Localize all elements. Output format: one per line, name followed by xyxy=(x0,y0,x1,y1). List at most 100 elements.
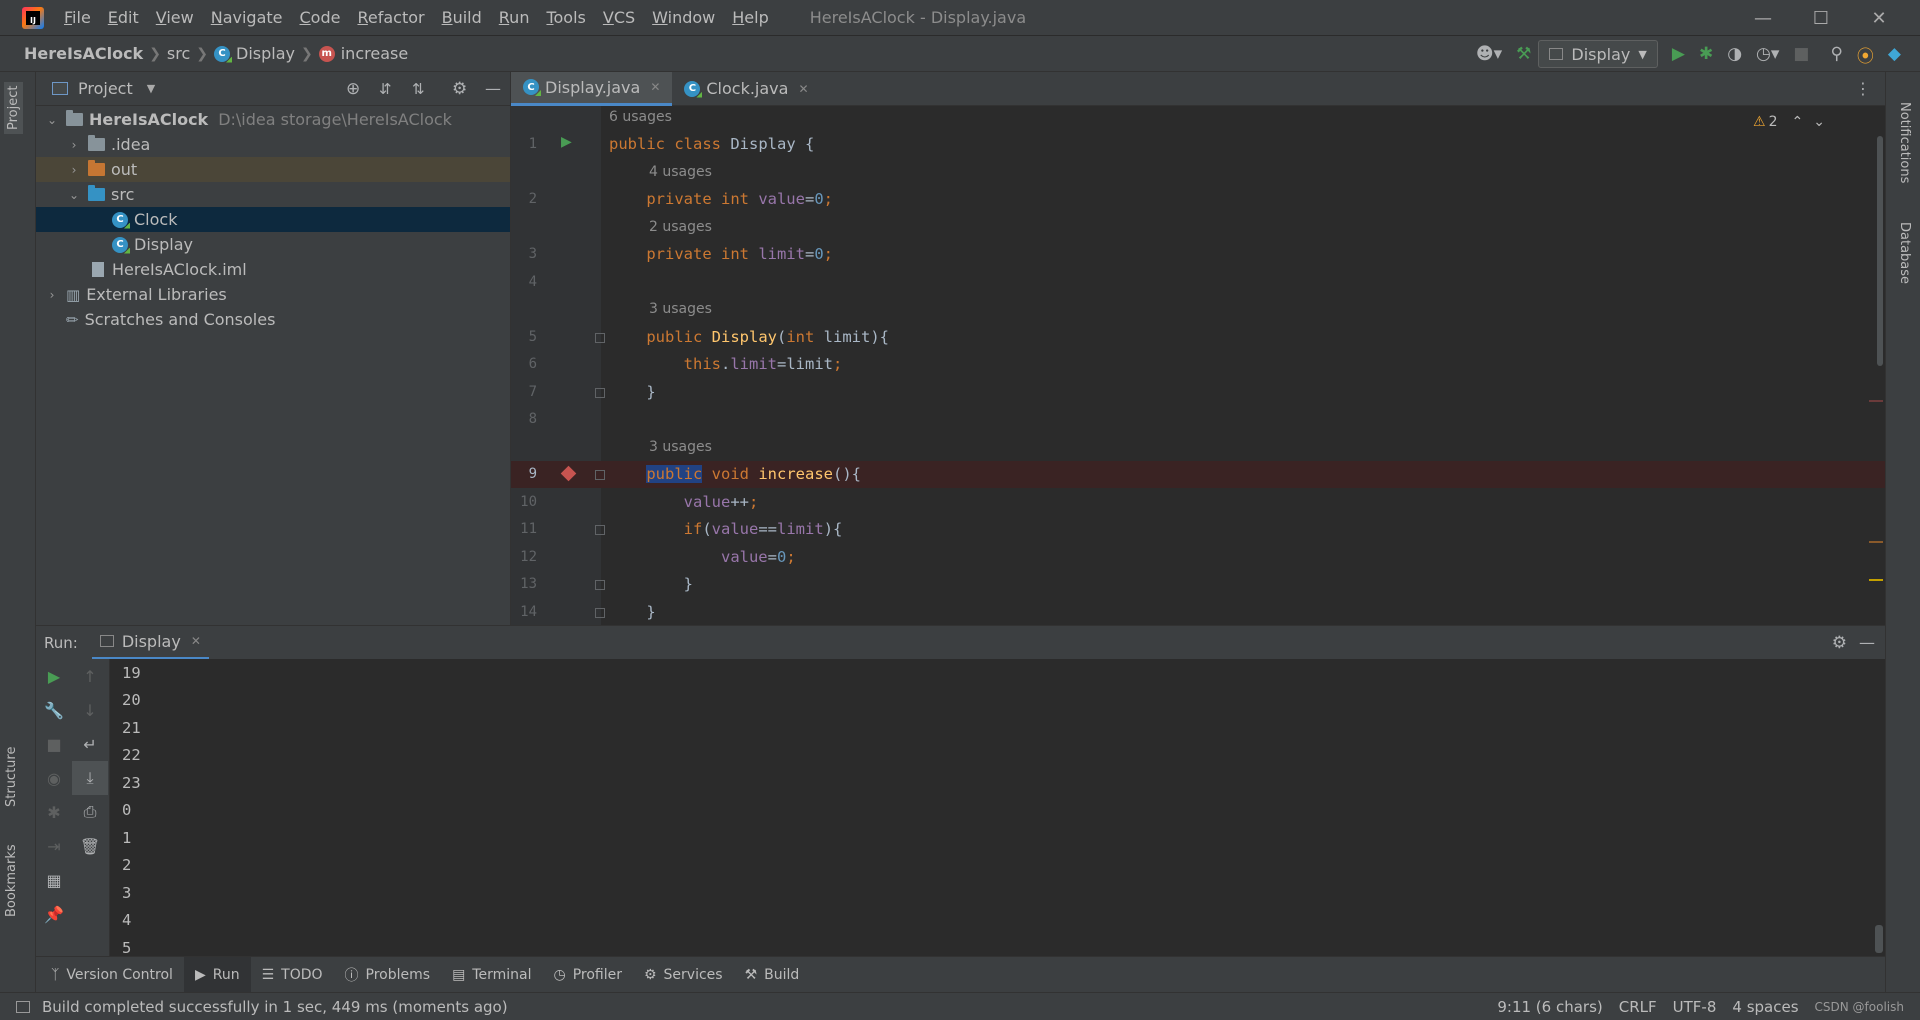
line-separator[interactable]: CRLF xyxy=(1619,998,1657,1016)
menu-help[interactable]: Help xyxy=(732,8,768,27)
print-icon[interactable]: ⎙ xyxy=(72,795,108,829)
collapse-all-icon[interactable]: ⇅ xyxy=(412,80,425,98)
menu-build[interactable]: Build xyxy=(442,8,482,27)
breadcrumb-folder[interactable]: src xyxy=(167,44,190,63)
run-icon[interactable]: ▶ xyxy=(1672,44,1685,64)
status-message[interactable]: Build completed successfully in 1 sec, 4… xyxy=(42,998,508,1016)
menu-file[interactable]: File xyxy=(64,8,91,27)
maximize-icon[interactable]: ☐ xyxy=(1792,0,1850,36)
intellij-logo-icon[interactable]: IJ xyxy=(22,6,44,29)
build-hammer-icon[interactable]: ⚒ xyxy=(1516,44,1531,64)
stop-icon[interactable]: ■ xyxy=(36,727,72,761)
project-view-title[interactable]: Project xyxy=(78,79,133,98)
coverage-icon[interactable]: ◑ xyxy=(1727,44,1742,64)
tab-display-java[interactable]: C Display.java ✕ xyxy=(511,71,673,106)
menu-tools[interactable]: Tools xyxy=(546,8,585,27)
console-output[interactable]: 19 20 21 22 23 0 1 2 3 4 5 xyxy=(110,659,1885,957)
tool-window-toggle-icon[interactable] xyxy=(16,1000,30,1013)
close-window-icon[interactable]: ✕ xyxy=(1850,0,1908,36)
tree-item-external-libraries[interactable]: › ▥ External Libraries xyxy=(36,282,510,307)
structure-tool-tab[interactable]: Structure xyxy=(4,747,19,807)
scroll-to-end-icon[interactable]: ⤓ xyxy=(72,761,108,795)
fold-marker-icon[interactable] xyxy=(595,580,605,590)
fold-marker-icon[interactable] xyxy=(595,608,605,618)
arrow-up-icon[interactable]: ↑ xyxy=(72,659,108,693)
menu-navigate[interactable]: Navigate xyxy=(211,8,283,27)
minimize-icon[interactable]: — xyxy=(1734,0,1792,36)
usages-hint[interactable]: 4 usages xyxy=(649,164,712,180)
chevron-right-icon[interactable]: › xyxy=(66,163,82,177)
more-options-icon[interactable]: ⋮ xyxy=(1855,79,1871,98)
notifications-tool-tab[interactable]: Notifications xyxy=(1897,102,1912,183)
scrollbar-thumb[interactable] xyxy=(1877,136,1883,366)
tab-terminal[interactable]: ▤ Terminal xyxy=(441,957,542,993)
chevron-down-icon[interactable]: ⌄ xyxy=(44,113,60,127)
breadcrumb-method[interactable]: increase xyxy=(341,44,408,63)
menu-view[interactable]: View xyxy=(156,8,194,27)
tree-item-iml[interactable]: HereIsAClock.iml xyxy=(36,257,510,282)
tab-run[interactable]: ▶ Run xyxy=(183,956,251,993)
tab-version-control[interactable]: ᛉ Version Control xyxy=(40,957,184,993)
chevron-down-icon[interactable]: ▼ xyxy=(147,82,155,95)
exit-icon[interactable]: ⇥ xyxy=(36,829,72,863)
usages-hint[interactable]: 3 usages xyxy=(649,301,712,317)
chevron-right-icon[interactable]: › xyxy=(44,288,60,302)
profile-icon[interactable]: ◷▾ xyxy=(1756,44,1779,64)
tab-todo[interactable]: ☰ TODO xyxy=(251,957,334,993)
run-tab-display[interactable]: Display ✕ xyxy=(91,626,209,660)
console-scrollbar-thumb[interactable] xyxy=(1875,925,1883,953)
fold-marker-icon[interactable] xyxy=(595,470,605,480)
indent-setting[interactable]: 4 spaces xyxy=(1732,998,1798,1016)
trash-icon[interactable]: 🗑 xyxy=(72,829,108,863)
breakpoint-icon[interactable] xyxy=(560,465,577,482)
close-tab-icon[interactable]: ✕ xyxy=(191,634,201,648)
user-icon[interactable]: ☻▾ xyxy=(1476,44,1502,64)
editor-scrollbar[interactable] xyxy=(1869,136,1885,616)
warning-stripe-mark[interactable] xyxy=(1869,579,1883,581)
menu-vcs[interactable]: VCS xyxy=(603,8,635,27)
hide-panel-icon[interactable]: — xyxy=(1859,633,1875,652)
tree-item-scratches[interactable]: ✏ Scratches and Consoles xyxy=(36,307,510,332)
menu-window[interactable]: Window xyxy=(652,8,715,27)
tab-profiler[interactable]: ◷ Profiler xyxy=(542,957,633,993)
fold-marker-icon[interactable] xyxy=(595,333,605,343)
fold-marker-icon[interactable] xyxy=(595,388,605,398)
tree-item-idea[interactable]: › .idea xyxy=(36,132,510,157)
usages-hint[interactable]: 6 usages xyxy=(609,109,672,125)
soft-wrap-icon[interactable]: ↵ xyxy=(72,727,108,761)
rerun-icon[interactable]: ▶ xyxy=(36,659,72,693)
menu-code[interactable]: Code xyxy=(300,8,341,27)
fold-marker-icon[interactable] xyxy=(595,525,605,535)
expand-all-icon[interactable]: ⇵ xyxy=(379,80,392,98)
menu-edit[interactable]: Edit xyxy=(108,8,139,27)
update-icon[interactable]: ⦿ xyxy=(1857,42,1874,67)
menu-run[interactable]: Run xyxy=(499,8,530,27)
pin-icon[interactable]: 📌 xyxy=(36,897,72,931)
tab-services[interactable]: ⚙ Services xyxy=(633,957,734,993)
search-icon[interactable]: ⚲ xyxy=(1830,44,1842,64)
close-tab-icon[interactable]: ✕ xyxy=(798,82,808,96)
run-configuration-select[interactable]: Display ▼ xyxy=(1538,40,1658,68)
tab-clock-java[interactable]: C Clock.java ✕ xyxy=(672,72,820,106)
chevron-right-icon[interactable]: › xyxy=(66,138,82,152)
usages-hint[interactable]: 2 usages xyxy=(649,219,712,235)
tree-item-root[interactable]: ⌄ HereIsAClock D:\idea storage\HereIsACl… xyxy=(36,107,510,132)
usages-hint[interactable]: 3 usages xyxy=(649,439,712,455)
camera-icon[interactable]: ◉ xyxy=(36,761,72,795)
debug-icon[interactable]: ✱ xyxy=(1699,44,1713,64)
stop-icon[interactable]: ■ xyxy=(1793,44,1809,64)
database-tool-tab[interactable]: Database xyxy=(1897,222,1912,284)
hide-panel-icon[interactable]: — xyxy=(485,79,501,98)
wrench-icon[interactable]: 🔧 xyxy=(36,693,72,727)
debug-icon[interactable]: ✱ xyxy=(36,795,72,829)
error-stripe-mark[interactable] xyxy=(1869,400,1883,402)
breadcrumb-project[interactable]: HereIsAClock xyxy=(24,44,143,63)
chevron-down-icon[interactable]: ⌄ xyxy=(66,188,82,202)
gear-icon[interactable]: ⚙ xyxy=(1832,633,1847,653)
tree-item-src[interactable]: ⌄ src xyxy=(36,182,510,207)
warning-stripe-mark[interactable] xyxy=(1869,541,1883,543)
project-tool-tab[interactable]: Project xyxy=(4,81,23,134)
caret-position[interactable]: 9:11 (6 chars) xyxy=(1497,998,1602,1016)
tab-build[interactable]: ⚒ Build xyxy=(734,957,811,993)
locate-target-icon[interactable]: ⊕ xyxy=(346,79,360,99)
